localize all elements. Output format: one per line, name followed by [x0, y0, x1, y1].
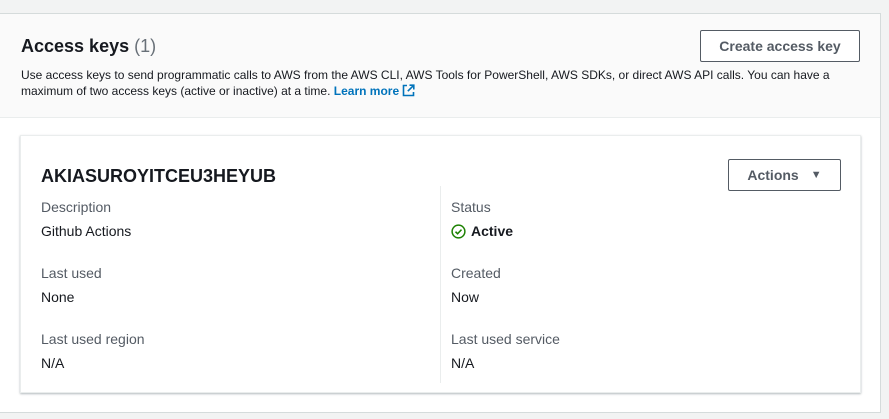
- last-used-service-field: Last used service N/A: [451, 330, 560, 372]
- last-used-service-value: N/A: [451, 355, 475, 371]
- external-link-icon: [402, 84, 415, 101]
- status-field: Status Active: [451, 198, 513, 240]
- caret-down-icon: ▼: [810, 169, 822, 181]
- last-used-region-value: N/A: [41, 355, 65, 371]
- panel-title: Access keys (1): [21, 35, 156, 57]
- panel-header: Access keys (1) Create access key Use ac…: [0, 14, 880, 118]
- check-circle-icon: [451, 223, 466, 239]
- actions-label: Actions: [747, 167, 799, 183]
- learn-more-label: Learn more: [333, 84, 400, 98]
- title-text: Access keys: [21, 36, 130, 56]
- description-text: Use access keys to send programmatic cal…: [21, 68, 830, 98]
- status-badge: Active: [451, 222, 513, 240]
- status-value: Active: [471, 223, 514, 239]
- created-field: Created Now: [451, 264, 501, 306]
- access-key-id: AKIASUROYITCEU3HEYUB: [41, 166, 277, 186]
- create-access-key-button[interactable]: Create access key: [700, 30, 860, 62]
- description-field: Description Github Actions: [41, 198, 131, 240]
- created-value: Now: [451, 289, 480, 305]
- access-keys-panel: Access keys (1) Create access key Use ac…: [0, 13, 881, 413]
- created-label: Created: [451, 265, 501, 281]
- panel-description: Use access keys to send programmatic cal…: [21, 67, 841, 101]
- last-used-region-label: Last used region: [41, 331, 145, 347]
- access-key-card: AKIASUROYITCEU3HEYUB Actions ▼ Descripti…: [20, 135, 861, 393]
- last-used-value: None: [41, 289, 75, 305]
- learn-more-link[interactable]: Learn more: [334, 84, 415, 98]
- last-used-field: Last used None: [41, 264, 102, 306]
- key-count: (1): [134, 36, 157, 56]
- status-label: Status: [451, 199, 491, 215]
- last-used-region-field: Last used region N/A: [41, 330, 145, 372]
- description-label: Description: [41, 199, 112, 215]
- actions-dropdown-button[interactable]: Actions ▼: [728, 159, 841, 191]
- description-value: Github Actions: [41, 223, 132, 239]
- column-divider: [440, 186, 441, 383]
- last-used-label: Last used: [41, 265, 102, 281]
- last-used-service-label: Last used service: [451, 331, 560, 347]
